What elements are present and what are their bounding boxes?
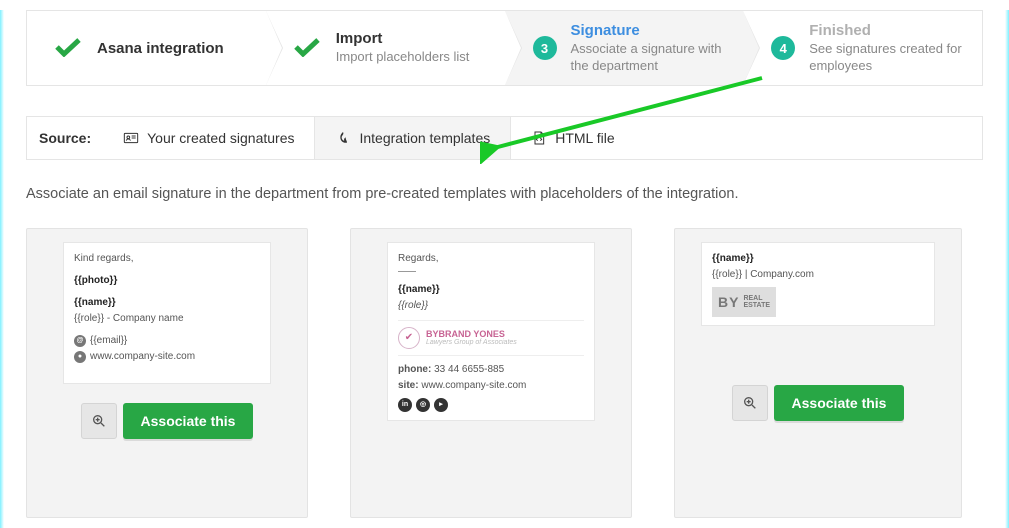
- tab-label: HTML file: [555, 130, 614, 146]
- tab-your-signatures[interactable]: Your created signatures: [103, 117, 314, 159]
- tab-html-file[interactable]: HTML file: [511, 117, 634, 159]
- check-icon: [294, 32, 320, 64]
- associate-button[interactable]: Associate this: [123, 403, 254, 439]
- step-sub: Associate a signature with the departmen…: [571, 41, 734, 75]
- step-title: Signature: [571, 22, 734, 39]
- check-icon: [55, 32, 81, 64]
- signature-preview: Kind regards, {{photo}} {{name}} {{role}…: [64, 243, 270, 383]
- at-icon: @: [74, 335, 86, 347]
- helper-text: Associate an email signature in the depa…: [26, 186, 983, 202]
- wizard-steps: Asana integration Import Import placehol…: [26, 10, 983, 86]
- template-card: {{name}} {{role}} | Company.com BY REALE…: [674, 228, 962, 518]
- flame-icon: [335, 130, 351, 146]
- step-asana[interactable]: Asana integration: [27, 11, 266, 85]
- file-code-icon: [531, 130, 547, 146]
- tab-label: Your created signatures: [147, 130, 294, 146]
- associate-button[interactable]: Associate this: [774, 385, 905, 421]
- source-tabs: Source: Your created signatures Integrat…: [26, 116, 983, 160]
- template-cards: Kind regards, {{photo}} {{name}} {{role}…: [26, 228, 983, 518]
- template-card: Kind regards, {{photo}} {{name}} {{role}…: [26, 228, 308, 518]
- source-label: Source:: [27, 117, 103, 159]
- signature-preview: {{name}} {{role}} | Company.com BY REALE…: [702, 243, 934, 325]
- step-sub: Import placeholders list: [336, 49, 470, 66]
- step-signature[interactable]: 3 Signature Associate a signature with t…: [505, 11, 744, 85]
- step-sub: See signatures created for employees: [809, 41, 972, 75]
- instagram-icon: ◎: [416, 398, 430, 412]
- step-number-badge: 4: [771, 36, 795, 60]
- globe-icon: ●: [74, 351, 86, 363]
- step-title: Finished: [809, 22, 972, 39]
- youtube-icon: ▸: [434, 398, 448, 412]
- logo-badge: BY REALESTATE: [712, 287, 776, 317]
- template-card: Regards, {{name}} {{role}} ✔ BYBRAND YON…: [350, 228, 632, 518]
- linkedin-icon: in: [398, 398, 412, 412]
- step-title: Import: [336, 30, 470, 47]
- step-title: Asana integration: [97, 40, 224, 57]
- step-finished[interactable]: 4 Finished See signatures created for em…: [743, 11, 982, 85]
- step-import[interactable]: Import Import placeholders list: [266, 11, 505, 85]
- tab-integration-templates[interactable]: Integration templates: [314, 117, 511, 159]
- tab-label: Integration templates: [359, 130, 490, 146]
- card-icon: [123, 130, 139, 146]
- stamp-icon: ✔: [398, 327, 420, 349]
- signature-preview: Regards, {{name}} {{role}} ✔ BYBRAND YON…: [388, 243, 594, 420]
- zoom-button[interactable]: [81, 403, 117, 439]
- step-number-badge: 3: [533, 36, 557, 60]
- zoom-button[interactable]: [732, 385, 768, 421]
